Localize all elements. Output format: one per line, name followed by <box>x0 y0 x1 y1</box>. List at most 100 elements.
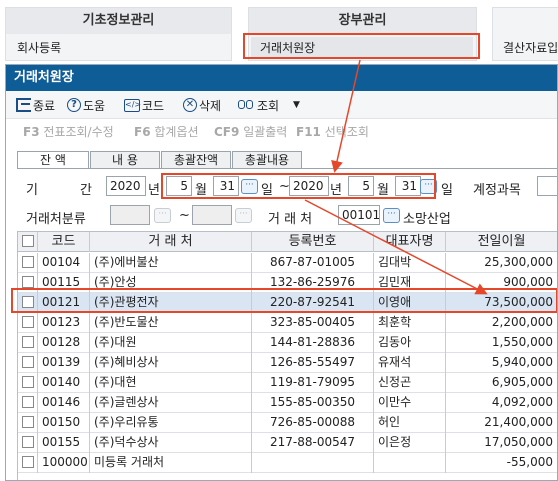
table-row[interactable]: 00123 (주)반도물산 323-85-00405 최훈학 2,200,000 <box>18 313 557 333</box>
code-label: 코드 <box>142 98 165 113</box>
toolbar: 종료 ? 도움 </> 코드 ✕ 삭제 조회 ▼ <box>6 91 557 119</box>
day-unit-2: 일 <box>441 183 453 198</box>
to-year-input[interactable]: 2020 <box>289 176 329 196</box>
month-unit-2: 월 <box>377 183 389 198</box>
cell-ceo: 유재석 <box>374 353 446 373</box>
caret-down-icon: ▼ <box>293 100 300 110</box>
from-month-input[interactable]: 5 <box>166 176 192 196</box>
row-checkbox-cell <box>18 253 38 273</box>
fkey-batch-print[interactable]: CF9 일괄출력 <box>214 123 287 140</box>
table-row[interactable]: 00104 (주)에버불산 867-87-01005 김대박 25,300,000 <box>18 253 557 273</box>
row-checkbox-cell <box>18 273 38 293</box>
row-checkbox[interactable] <box>22 416 34 428</box>
partner-class-to-picker-icon[interactable]: ··· <box>235 208 252 223</box>
partner-ledger-window: 거래처원장 종료 ? 도움 </> 코드 ✕ 삭제 조회 ▼ F3 전표조회/수… <box>5 64 558 481</box>
table-row[interactable]: 00121 (주)관평전자 220-87-92541 이영애 73,500,000 <box>18 293 557 313</box>
menu-item-closing-data[interactable]: 결산자료입 <box>503 39 558 56</box>
menu-basic-info-title: 기초정보관리 <box>6 8 231 34</box>
partner-class-from-input[interactable] <box>110 205 150 225</box>
cell-code: 00123 <box>38 313 90 333</box>
table-row[interactable]: 100000 미등록 거래처 -55,000 <box>18 453 557 473</box>
table-row[interactable]: 00150 (주)우리유통 726-85-00088 허인 21,400,000 <box>18 413 557 433</box>
table-row[interactable]: 00115 (주)안성 132-86-25976 김민재 900,000 <box>18 273 557 293</box>
row-checkbox[interactable] <box>22 456 34 468</box>
table-row[interactable]: 00146 (주)글렌상사 155-85-00350 이만수 4,092,000 <box>18 393 557 413</box>
account-input[interactable] <box>537 176 557 196</box>
cell-ceo: 이은정 <box>374 433 446 453</box>
fkey-sum-options[interactable]: F6 합계옵션 <box>134 123 199 140</box>
row-checkbox[interactable] <box>22 316 34 328</box>
cell-name: 미등록 거래처 <box>90 453 252 473</box>
partner-code-input[interactable]: 00101 <box>338 205 380 225</box>
cell-name: (주)반도물산 <box>90 313 252 333</box>
function-key-bar: F3 전표조회/수정 F6 합계옵션 CF9 일괄출력 F11 선택조회 <box>6 119 557 143</box>
exit-button[interactable]: 종료 <box>16 96 55 114</box>
code-button[interactable]: </> 코드 <box>124 96 164 114</box>
row-checkbox-cell <box>18 333 38 353</box>
header-ceo[interactable]: 대표자명 <box>374 232 446 252</box>
table-row[interactable]: 00139 (주)혜비상사 126-85-55497 유재석 5,940,000 <box>18 353 557 373</box>
search-button[interactable]: 조회 <box>238 96 279 114</box>
partner-class-to-input[interactable] <box>192 205 232 225</box>
row-checkbox[interactable] <box>22 396 34 408</box>
to-day-input[interactable]: 31 <box>395 176 421 196</box>
tab-balance[interactable]: 잔 액 <box>17 151 89 169</box>
cell-code: 00128 <box>38 333 90 353</box>
row-checkbox-cell <box>18 453 38 473</box>
from-day-input[interactable]: 31 <box>213 176 239 196</box>
help-button[interactable]: ? 도움 <box>67 96 105 114</box>
delete-label: 삭제 <box>199 98 222 113</box>
cell-reg: 144-81-28836 <box>252 333 374 353</box>
fkey-voucher-edit[interactable]: F3 전표조회/수정 <box>23 123 114 140</box>
fkey-select-search[interactable]: F11 선택조회 <box>296 123 369 140</box>
row-checkbox[interactable] <box>22 296 34 308</box>
table-row[interactable]: 00128 (주)대원 144-81-28836 김동아 1,550,000 <box>18 333 557 353</box>
day-unit-1: 일 <box>261 183 273 198</box>
header-partner[interactable]: 거 래 처 <box>90 232 252 252</box>
cell-ceo: 이만수 <box>374 393 446 413</box>
cell-ceo: 이영애 <box>374 293 446 313</box>
more-dropdown-button[interactable]: ▼ <box>293 96 300 114</box>
tab-total-balance[interactable]: 총괄잔액 <box>161 151 231 169</box>
partner-picker-icon[interactable]: ··· <box>383 208 400 223</box>
header-carryover[interactable]: 전일이월 <box>446 232 557 252</box>
row-checkbox[interactable] <box>22 356 34 368</box>
delete-button[interactable]: ✕ 삭제 <box>183 96 221 114</box>
tab-divider <box>17 168 557 169</box>
cell-reg <box>252 453 374 473</box>
table-header: 코드 거 래 처 등록번호 대표자명 전일이월 <box>18 232 557 252</box>
help-label: 도움 <box>83 98 106 113</box>
header-reg-no[interactable]: 등록번호 <box>252 232 374 252</box>
table-row[interactable]: 00155 (주)덕수상사 217-88-00547 이은정 17,050,000 <box>18 433 557 453</box>
period-label-2: 간 <box>80 183 92 198</box>
header-code[interactable]: 코드 <box>38 232 90 252</box>
row-checkbox-cell <box>18 353 38 373</box>
tab-content[interactable]: 내 용 <box>90 151 160 169</box>
row-checkbox[interactable] <box>22 256 34 268</box>
row-checkbox[interactable] <box>22 436 34 448</box>
cell-name: (주)우리유통 <box>90 413 252 433</box>
to-month-input[interactable]: 5 <box>348 176 374 196</box>
cell-amount: 2,200,000 <box>446 313 557 333</box>
header-checkbox-cell <box>18 232 38 252</box>
cell-amount: 6,905,000 <box>446 373 557 393</box>
from-date-picker-icon[interactable]: ··· <box>241 179 258 194</box>
row-checkbox[interactable] <box>22 376 34 388</box>
menu-item-company-register[interactable]: 회사등록 <box>17 39 61 56</box>
to-date-picker-icon[interactable]: ··· <box>420 179 437 194</box>
select-all-checkbox[interactable] <box>22 235 34 247</box>
menu-item-partner-ledger[interactable]: 거래처원장 <box>260 39 315 56</box>
partner-name: 소망산업 <box>403 212 451 227</box>
cell-name: (주)덕수상사 <box>90 433 252 453</box>
cell-name: (주)혜비상사 <box>90 353 252 373</box>
cell-reg: 126-85-55497 <box>252 353 374 373</box>
table-row[interactable]: 00140 (주)대현 119-81-79095 신정곤 6,905,000 <box>18 373 557 393</box>
row-checkbox[interactable] <box>22 336 34 348</box>
cell-code: 00150 <box>38 413 90 433</box>
row-checkbox[interactable] <box>22 276 34 288</box>
from-year-input[interactable]: 2020 <box>106 176 146 196</box>
partner-class-from-picker-icon[interactable]: ··· <box>154 208 171 223</box>
cell-ceo: 최훈학 <box>374 313 446 333</box>
tab-total-content[interactable]: 총괄내용 <box>232 151 302 169</box>
cell-code: 00155 <box>38 433 90 453</box>
